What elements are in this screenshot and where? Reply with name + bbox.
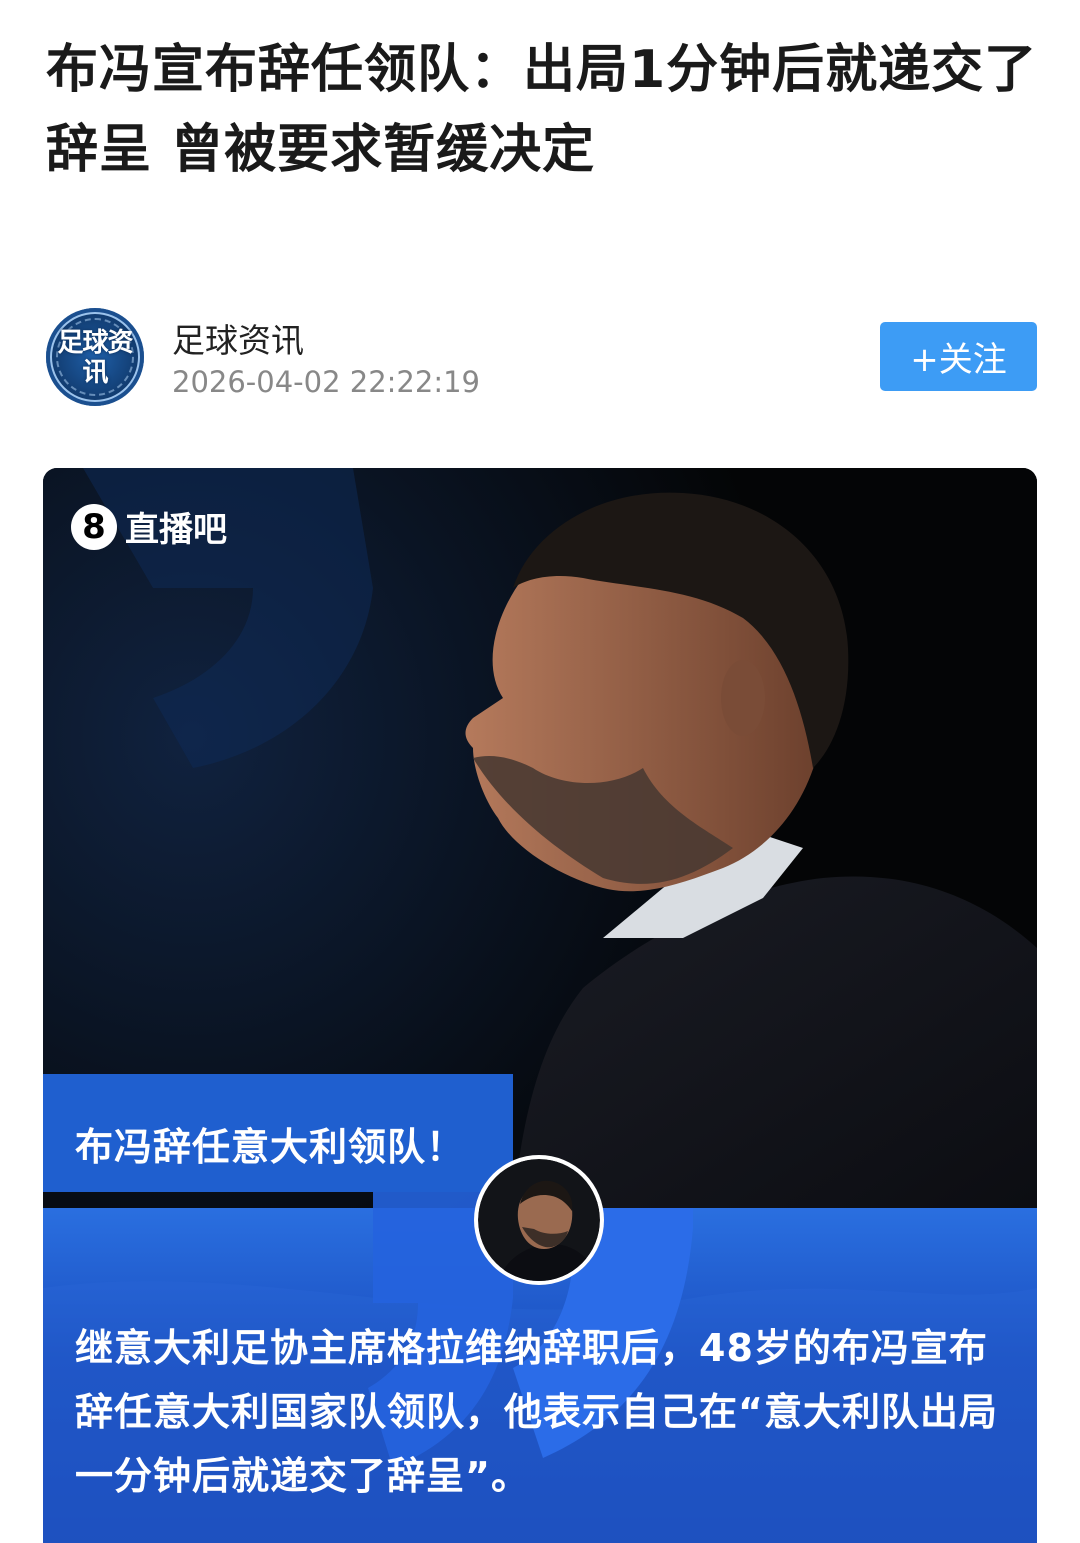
banner-title: 布冯辞任意大利领队！	[75, 1125, 466, 1169]
brand-logo: 8 直播吧	[71, 502, 227, 551]
thumbnail-illustration	[478, 1159, 600, 1281]
brand-logo-name: 直播吧	[125, 510, 227, 550]
publish-time: 2026-04-02 22:22:19	[172, 365, 480, 399]
avatar-logo-text: 足球资讯	[57, 328, 133, 388]
hero-image[interactable]: 8 直播吧 布冯辞任意大利领队！ 继意大利足协主席格拉维纳辞职后，48岁的布冯宣…	[43, 468, 1037, 1543]
portrait-thumbnail	[478, 1159, 600, 1281]
author-name[interactable]: 足球资讯	[172, 314, 304, 362]
author-avatar[interactable]: 足球资讯	[46, 308, 144, 406]
article-headline: 布冯宣布辞任领队：出局1分钟后就递交了辞呈 曾被要求暂缓决定	[46, 40, 1038, 180]
article-page: 布冯宣布辞任领队：出局1分钟后就递交了辞呈 曾被要求暂缓决定 足球资讯 足球资讯…	[0, 0, 1080, 1543]
follow-button[interactable]: +关注	[880, 322, 1037, 391]
summary-text: 继意大利足协主席格拉维纳辞职后，48岁的布冯宣布辞任意大利国家队领队，他表示自己…	[75, 1326, 998, 1498]
brand-logo-icon: 8	[71, 503, 117, 550]
